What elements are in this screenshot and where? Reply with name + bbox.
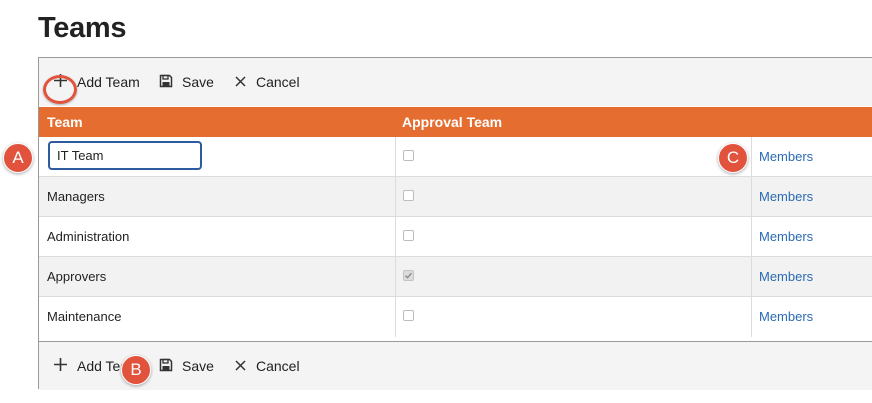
members-link[interactable]: Members	[759, 177, 813, 216]
page-title: Teams	[38, 12, 127, 44]
callout-b: B	[121, 355, 151, 385]
approval-team-checkbox[interactable]	[403, 190, 414, 201]
members-link[interactable]: Members	[759, 137, 813, 176]
toolbar-top: Add Team Save Cancel	[39, 58, 872, 106]
table-row: Maintenance Members	[39, 297, 872, 337]
table-row: Approvers Members	[39, 257, 872, 297]
callout-c: C	[718, 143, 748, 173]
checkmark-icon	[405, 272, 413, 279]
close-icon	[234, 357, 247, 375]
team-name-cell[interactable]: Approvers	[47, 257, 106, 296]
add-team-label: Add Team	[77, 74, 140, 90]
approval-team-checkbox[interactable]	[403, 270, 414, 281]
members-link[interactable]: Members	[759, 297, 813, 336]
grid-header: Team Approval Team	[39, 107, 872, 137]
cancel-button-bottom[interactable]: Cancel	[234, 342, 300, 390]
save-icon	[159, 357, 173, 375]
approval-team-checkbox[interactable]	[403, 310, 414, 321]
toolbar-bottom: Add Team Save Cancel	[39, 341, 872, 390]
plus-icon	[53, 357, 68, 375]
save-button[interactable]: Save	[159, 58, 214, 106]
column-header-approval-team[interactable]: Approval Team	[402, 107, 502, 137]
cancel-button[interactable]: Cancel	[234, 58, 300, 106]
callout-a: A	[3, 143, 33, 173]
column-header-team[interactable]: Team	[47, 107, 83, 137]
approval-team-checkbox[interactable]	[403, 230, 414, 241]
members-link[interactable]: Members	[759, 257, 813, 296]
add-team-highlight-ring	[43, 75, 77, 104]
team-name-input[interactable]	[48, 141, 202, 170]
approval-team-checkbox[interactable]	[403, 150, 414, 161]
members-link[interactable]: Members	[759, 217, 813, 256]
team-name-cell[interactable]: Administration	[47, 217, 129, 256]
save-icon	[159, 73, 173, 91]
cancel-label: Cancel	[256, 74, 300, 90]
table-row: Managers Members	[39, 177, 872, 217]
save-button-bottom[interactable]: Save	[159, 342, 214, 390]
table-row: Administration Members	[39, 217, 872, 257]
close-icon	[234, 73, 247, 91]
cancel-label: Cancel	[256, 358, 300, 374]
teams-grid: Add Team Save Cancel Team Approval Team …	[38, 57, 872, 390]
grid-rows: Members Managers Members Administration …	[39, 137, 872, 337]
save-label: Save	[182, 358, 214, 374]
team-name-cell[interactable]: Managers	[47, 177, 105, 216]
save-label: Save	[182, 74, 214, 90]
team-name-cell[interactable]: Maintenance	[47, 297, 121, 336]
